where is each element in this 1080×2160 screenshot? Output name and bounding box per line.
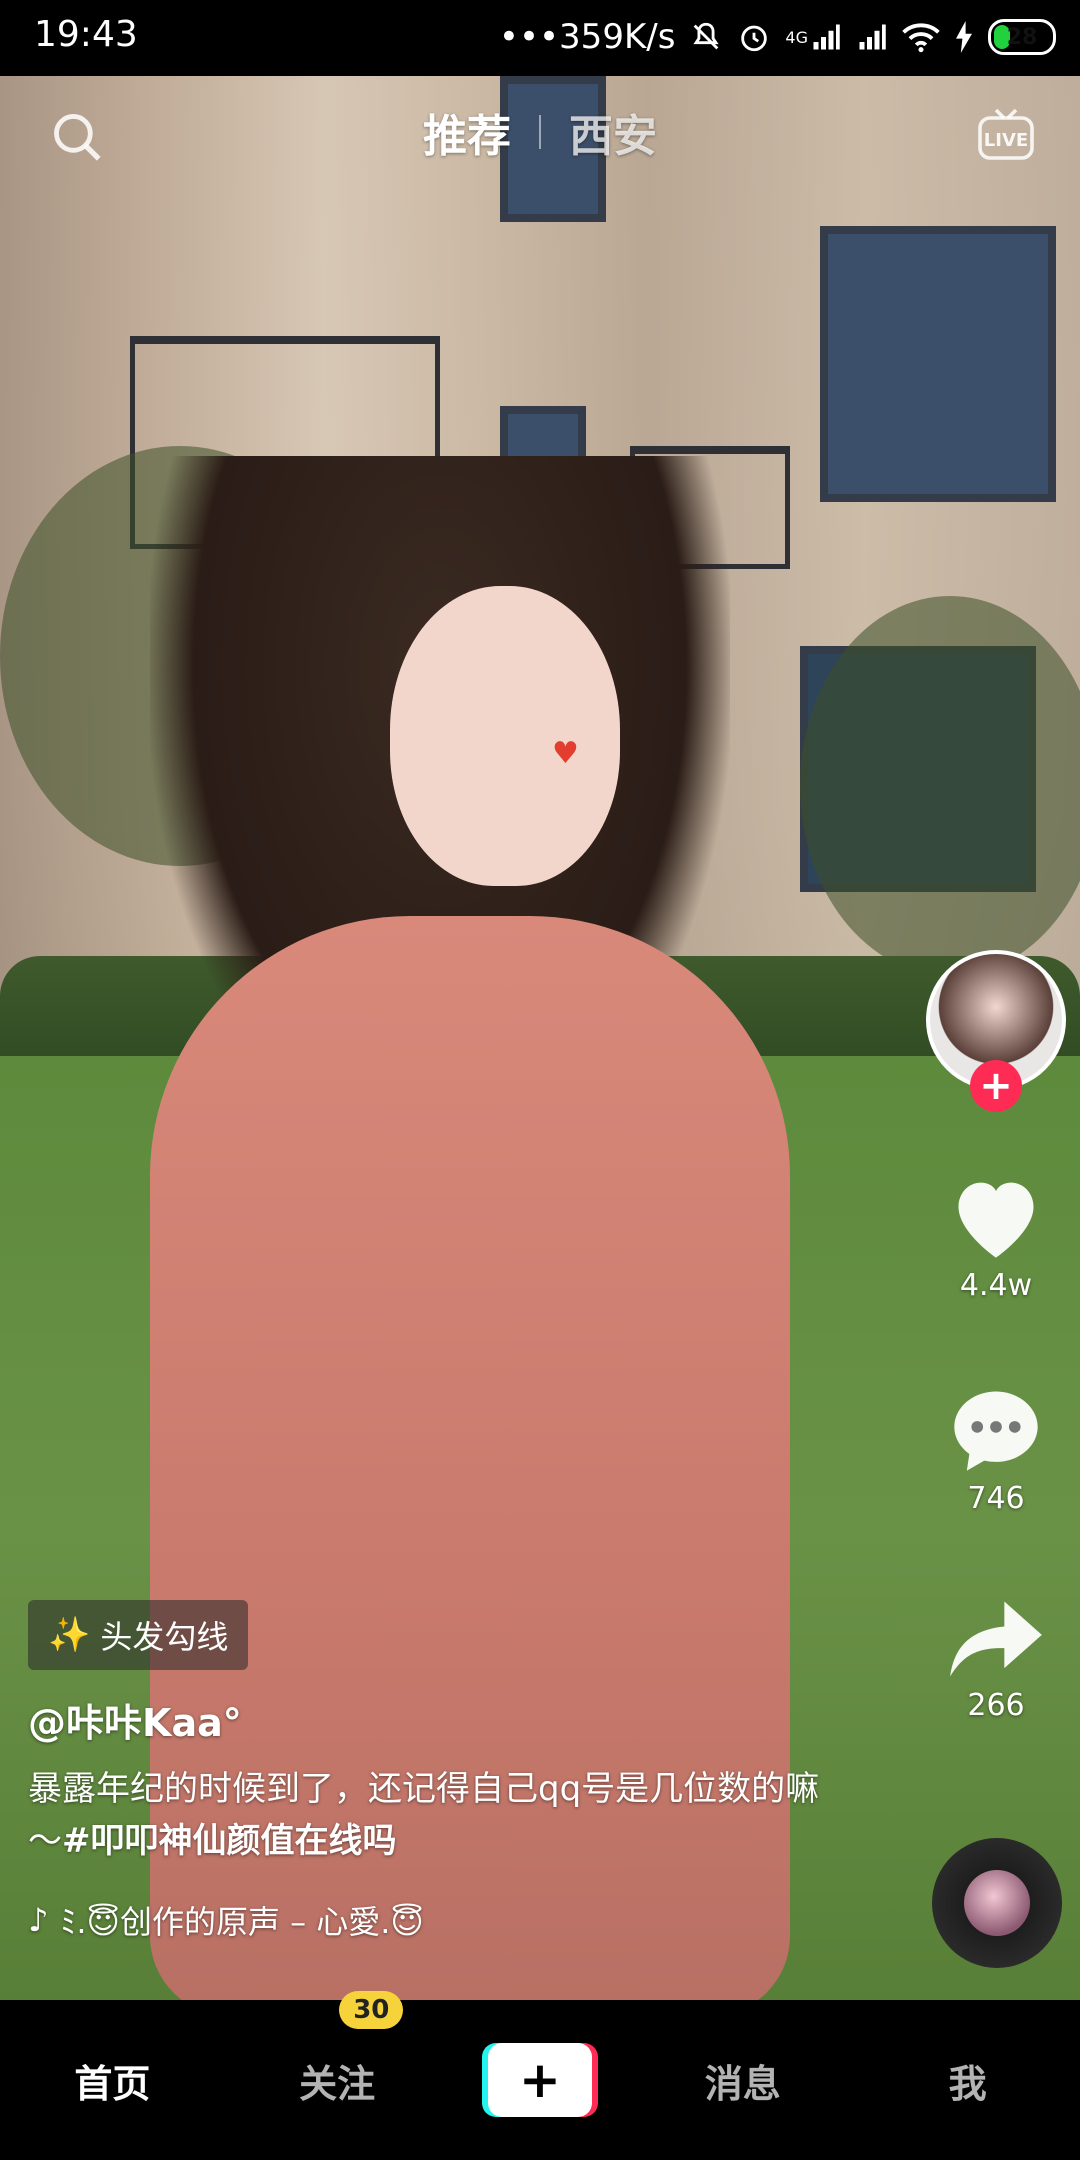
tab-recommend[interactable]: 推荐 [423,100,511,164]
status-bar: 19:43 •••359K/s 4G 28 [0,0,1080,76]
follow-button[interactable]: + [970,1060,1022,1112]
video-info: ✨ 头发勾线 @咔咔Kaa° 暴露年纪的时候到了，还记得自己qq号是几位数的嘛～… [28,1600,848,1943]
battery-icon: 28 [988,19,1056,55]
background-tree [800,596,1080,976]
status-time: 19:43 [34,14,138,55]
tab-divider [539,115,541,149]
like-button[interactable]: 4.4w [946,1170,1046,1303]
top-bar: 推荐 西安 LIVE [0,100,1080,180]
action-rail: + 4.4w 746 266 [926,950,1066,1723]
nav-me[interactable]: 我 [888,2053,1048,2108]
nav-following[interactable]: 关注 30 [257,1990,417,2108]
status-icons: •••359K/s 4G 28 [499,14,1056,60]
video-description: 暴露年纪的时候到了，还记得自己qq号是几位数的嘛～#叩叩神仙颜值在线吗 [28,1763,848,1867]
mute-bell-icon [689,20,723,54]
hashtag-link[interactable]: #叩叩神仙颜值在线吗 [62,1821,397,1861]
author-avatar[interactable]: + [926,950,1066,1112]
share-button[interactable]: 266 [946,1596,1046,1723]
cellular-icon [856,22,888,52]
music-info[interactable]: ♪ ﾐ.😇创作的原声 – 心愛.😇 [28,1897,848,1943]
charging-icon [954,21,974,53]
music-cover [964,1870,1030,1936]
live-icon[interactable]: LIVE [976,106,1036,164]
nav-home[interactable]: 首页 [32,2053,192,2108]
comment-count: 746 [967,1481,1025,1516]
person-face [390,586,620,886]
heart-icon [958,1182,1034,1258]
comment-button[interactable]: 746 [946,1383,1046,1516]
magic-wand-icon: ✨ [48,1615,91,1655]
create-button[interactable]: + [481,2043,598,2117]
feed-tabs: 推荐 西安 [0,100,1080,164]
battery-level: 28 [1006,24,1038,50]
effect-tag[interactable]: ✨ 头发勾线 [28,1600,249,1670]
alarm-icon [737,20,771,54]
author-name[interactable]: @咔咔Kaa° [28,1692,848,1747]
network-speed: •••359K/s [498,17,676,57]
live-label: LIVE [984,130,1028,151]
share-arrow-icon [950,1601,1042,1677]
plus-icon: + [487,2043,592,2117]
comment-icon [954,1391,1038,1471]
nav-messages[interactable]: 消息 [663,2053,823,2108]
heart-sticker-icon: ♥ [552,736,579,771]
background-window [820,226,1056,502]
music-note-icon: ♪ [28,1901,49,1939]
douyin-feed-screen: 19:43 •••359K/s 4G 28 ♥ 推荐 西安 LIVE + 4.4… [0,0,1080,2160]
music-disc[interactable] [932,1838,1062,1968]
signal-label: 4G [785,27,808,47]
effect-label: 头发勾线 [100,1618,229,1656]
music-title: ﾐ.😇创作的原声 – 心愛.😇 [60,1903,424,1941]
like-count: 4.4w [959,1268,1033,1303]
wifi-icon [902,21,940,53]
nav-following-label: 关注 [299,2061,376,2106]
bottom-nav: 首页 关注 30 + 消息 我 [0,1990,1080,2160]
cellular-4g-icon: 4G [785,22,842,52]
following-badge: 30 [339,1990,404,2029]
tab-local-xian[interactable]: 西安 [569,100,657,164]
share-count: 266 [967,1688,1025,1723]
